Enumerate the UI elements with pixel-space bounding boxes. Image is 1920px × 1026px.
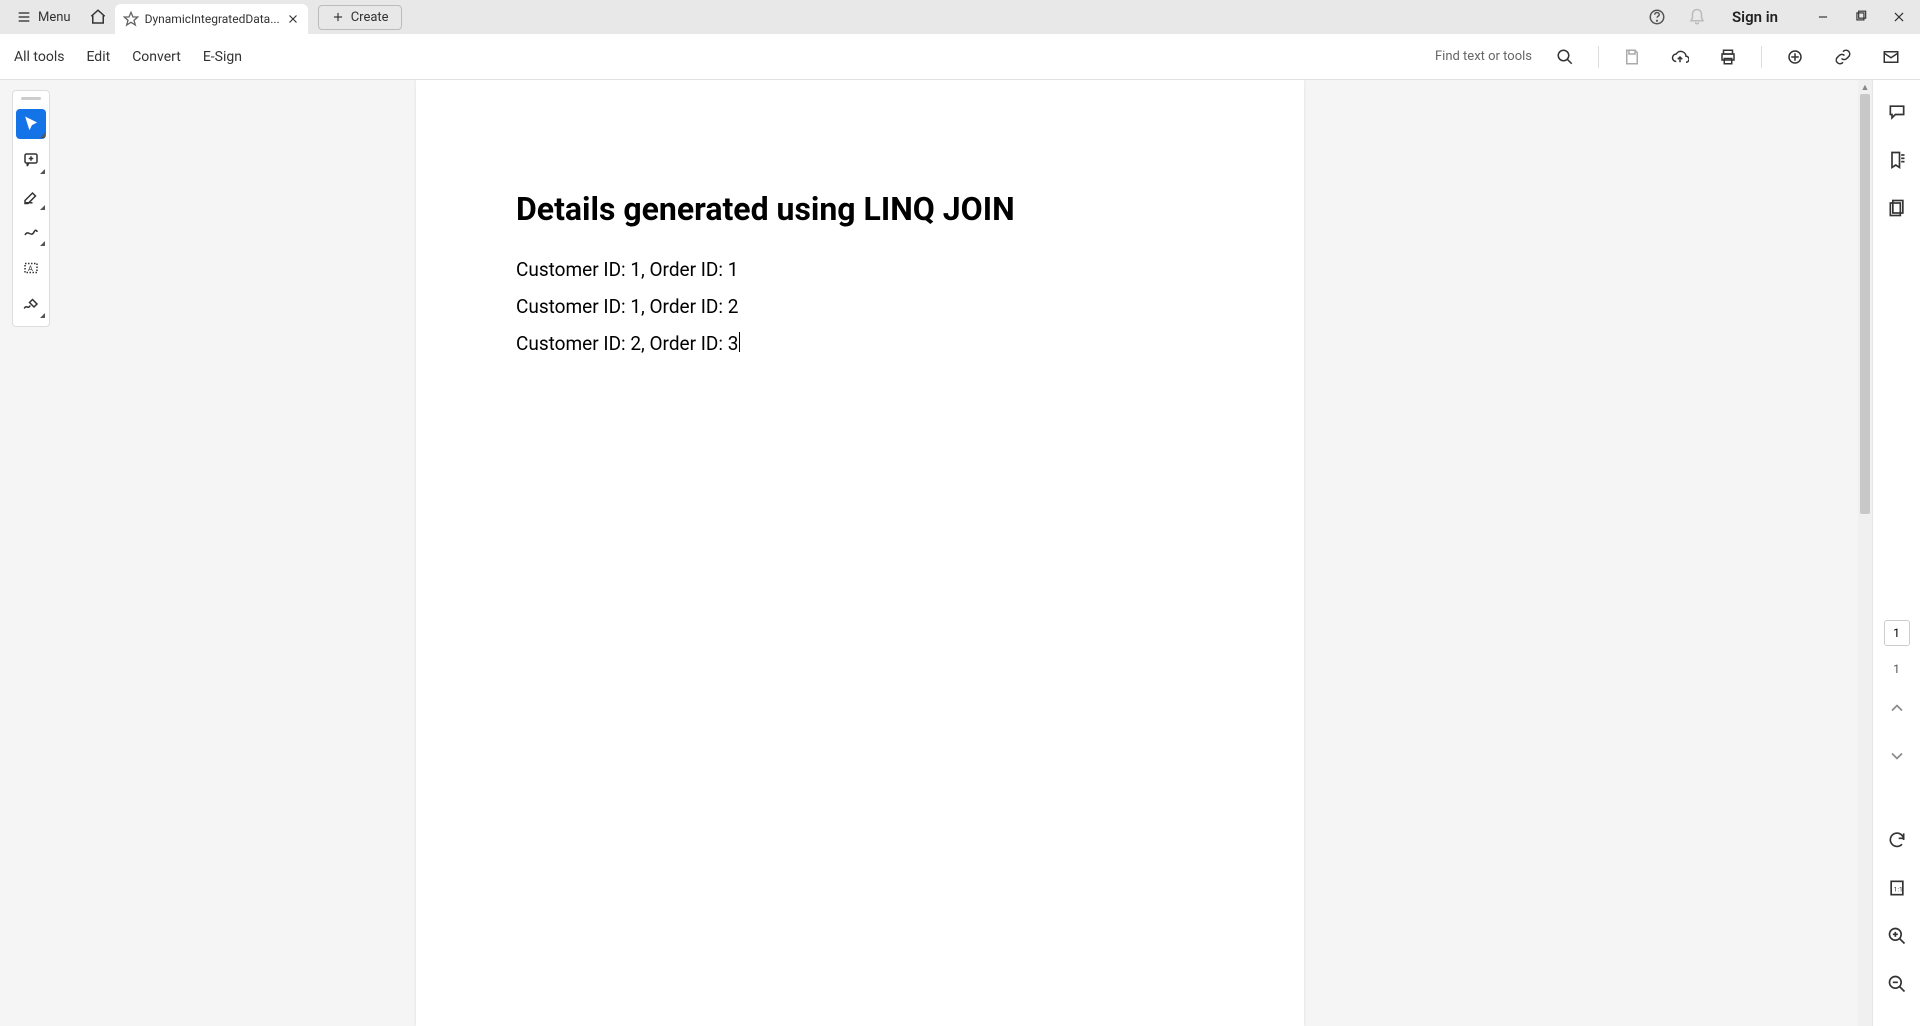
comment-tool[interactable]	[16, 145, 46, 175]
title-right: Sign in	[1642, 2, 1914, 32]
highlight-tool[interactable]	[16, 181, 46, 211]
notifications-button[interactable]	[1682, 2, 1712, 32]
minimize-button[interactable]	[1808, 2, 1838, 32]
scroll-up-arrow[interactable]: ▲	[1858, 80, 1872, 94]
page-down-button[interactable]	[1881, 740, 1913, 772]
star-icon	[123, 11, 139, 27]
convert-tab[interactable]: Convert	[132, 49, 181, 65]
esign-tab[interactable]: E-Sign	[203, 49, 242, 65]
signature-icon	[22, 295, 40, 313]
cursor-icon	[22, 115, 40, 133]
toolbar-right: Find text or tools	[1435, 42, 1906, 72]
fit-width-icon: 1:1	[1887, 878, 1907, 898]
tab-title: DynamicIntegratedData...	[145, 12, 280, 26]
zoom-out-button[interactable]	[1881, 968, 1913, 1000]
select-tool[interactable]	[16, 109, 46, 139]
document-container: Details generated using LINQ JOIN Custom…	[0, 80, 1920, 1026]
zoom-out-icon	[1887, 974, 1907, 994]
drag-grip[interactable]	[21, 97, 41, 100]
vertical-scrollbar[interactable]: ▲	[1858, 80, 1872, 1026]
all-tools-tab[interactable]: All tools	[14, 49, 64, 65]
create-button[interactable]: Create	[318, 5, 402, 30]
bookmarks-panel-button[interactable]	[1881, 144, 1913, 176]
hamburger-icon	[16, 9, 32, 25]
draw-icon	[22, 223, 40, 241]
link-button[interactable]	[1828, 42, 1858, 72]
find-label: Find text or tools	[1435, 49, 1532, 64]
sign-in-button[interactable]: Sign in	[1722, 8, 1788, 26]
title-bar: Menu DynamicIntegratedData... Create	[0, 0, 1920, 34]
current-page-input[interactable]: 1	[1884, 620, 1910, 646]
save-icon	[1623, 48, 1641, 66]
page-up-button[interactable]	[1881, 692, 1913, 724]
main-area: A Details generated using LINQ JOIN Cust…	[0, 80, 1920, 1026]
home-button[interactable]	[81, 0, 115, 34]
cloud-upload-icon	[1671, 48, 1689, 66]
close-button[interactable]	[1884, 2, 1914, 32]
sign-tool[interactable]	[16, 289, 46, 319]
rotate-icon	[1887, 830, 1907, 850]
mail-icon	[1882, 48, 1900, 66]
toolbar-left: All tools Edit Convert E-Sign	[14, 49, 242, 65]
zoom-in-button[interactable]	[1881, 920, 1913, 952]
plus-icon	[331, 10, 345, 24]
chevron-up-icon	[1887, 698, 1907, 718]
close-tab-icon[interactable]	[286, 12, 300, 26]
svg-text:A: A	[28, 264, 33, 273]
document-tab[interactable]: DynamicIntegratedData...	[115, 4, 308, 34]
document-page[interactable]: Details generated using LINQ JOIN Custom…	[416, 80, 1304, 1026]
home-icon	[89, 8, 107, 26]
menu-label: Menu	[38, 10, 71, 25]
minimize-icon	[1816, 10, 1830, 24]
zoom-in-icon	[1887, 926, 1907, 946]
textbox-icon: A	[22, 259, 40, 277]
pages-icon	[1887, 198, 1907, 218]
ai-assistant-button[interactable]	[1780, 42, 1810, 72]
highlighter-icon	[22, 187, 40, 205]
svg-text:1:1: 1:1	[1893, 885, 1902, 893]
menu-button[interactable]: Menu	[6, 5, 81, 29]
pages-panel-button[interactable]	[1881, 192, 1913, 224]
document-heading: Details generated using LINQ JOIN	[516, 190, 1204, 228]
print-button[interactable]	[1713, 42, 1743, 72]
document-line: Customer ID: 1, Order ID: 2	[516, 295, 1204, 318]
close-icon	[1892, 10, 1906, 24]
sparkle-icon	[1786, 48, 1804, 66]
maximize-button[interactable]	[1846, 2, 1876, 32]
comments-panel-button[interactable]	[1881, 96, 1913, 128]
help-button[interactable]	[1642, 2, 1672, 32]
fit-width-button[interactable]: 1:1	[1881, 872, 1913, 904]
document-line: Customer ID: 2, Order ID: 3	[516, 332, 1204, 355]
document-line-text: Customer ID: 2, Order ID: 3	[516, 332, 738, 355]
create-label: Create	[351, 10, 389, 25]
search-icon	[1556, 48, 1574, 66]
divider	[1598, 46, 1599, 68]
textbox-tool[interactable]: A	[16, 253, 46, 283]
print-icon	[1719, 48, 1737, 66]
document-line: Customer ID: 1, Order ID: 1	[516, 258, 1204, 281]
bell-icon	[1688, 8, 1706, 26]
left-tool-strip: A	[12, 90, 50, 327]
search-button[interactable]	[1550, 42, 1580, 72]
rotate-button[interactable]	[1881, 824, 1913, 856]
draw-tool[interactable]	[16, 217, 46, 247]
upload-button[interactable]	[1665, 42, 1695, 72]
bookmark-icon	[1887, 150, 1907, 170]
right-panel: 1 1 1:1	[1872, 80, 1920, 1026]
help-icon	[1648, 8, 1666, 26]
email-button[interactable]	[1876, 42, 1906, 72]
scroll-thumb[interactable]	[1860, 94, 1870, 514]
save-button[interactable]	[1617, 42, 1647, 72]
divider	[1761, 46, 1762, 68]
speech-bubble-icon	[1887, 102, 1907, 122]
total-pages: 1	[1893, 662, 1900, 676]
chevron-down-icon	[1887, 746, 1907, 766]
edit-tab[interactable]: Edit	[86, 49, 110, 65]
link-icon	[1834, 48, 1852, 66]
toolbar: All tools Edit Convert E-Sign Find text …	[0, 34, 1920, 80]
comment-icon	[22, 151, 40, 169]
maximize-icon	[1854, 10, 1868, 24]
text-cursor	[739, 332, 740, 352]
